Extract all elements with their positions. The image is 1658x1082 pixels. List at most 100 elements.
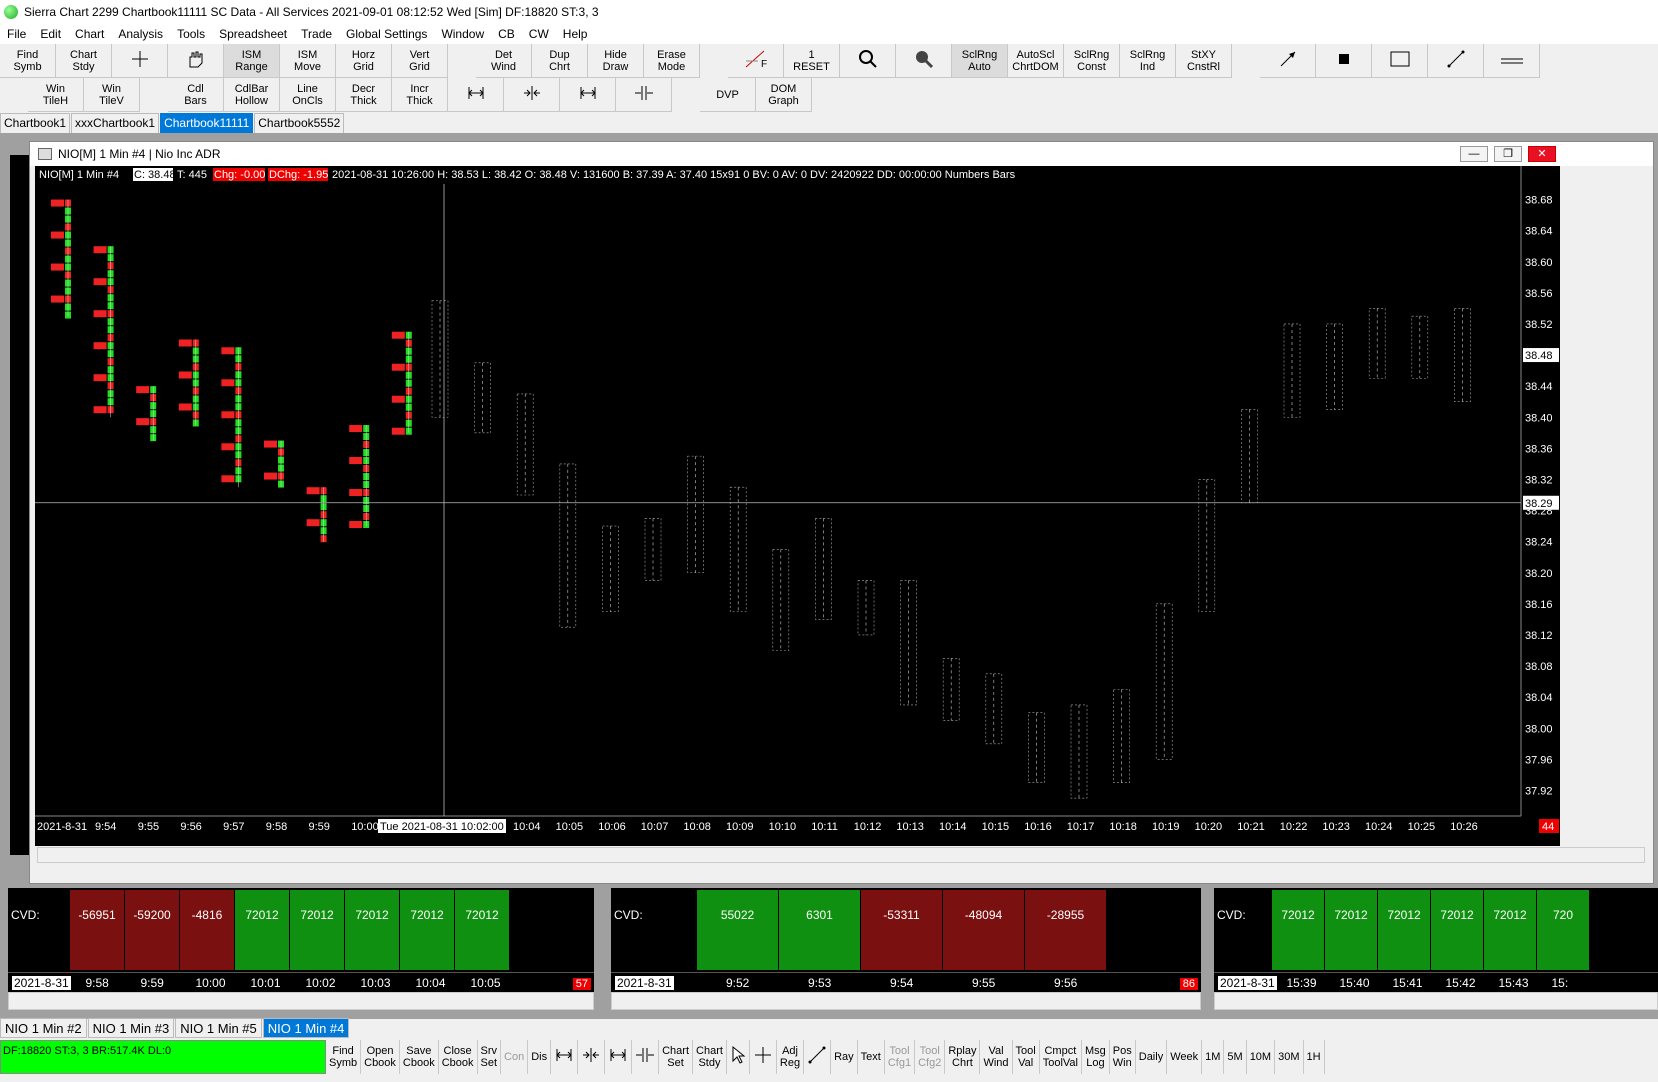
price-chart[interactable]: NIO[M] 1 Min #4 C: 38.48 T: 445 Chg: -0.00 D… [35,166,1560,846]
stxy-cnstrl-button[interactable]: StXY CnstRl [1176,44,1232,78]
sp4-tool-button[interactable] [616,78,672,112]
sp1-tool-button[interactable] [448,78,504,112]
chartbook-tab-chartbook11111[interactable]: Chartbook11111 [160,113,254,133]
cvd-scrollbar[interactable] [1214,992,1658,1010]
week-button[interactable]: Week [1167,1040,1203,1074]
cvd-pane-2[interactable]: CVD: 55022 6301 -53311 -48094 -28955 2021-8-31… [611,888,1201,1010]
main-chart-window[interactable]: NIO[M] 1 Min #4 | Nio Inc ADR — ❐ ✕ NIO[… [29,141,1654,884]
menu-cb[interactable]: CB [491,27,522,41]
incr-thick-button[interactable]: Incr Thick [392,78,448,112]
srv-set-button[interactable]: Srv Set [478,1040,502,1074]
fib-tool-button[interactable]: F [728,44,784,78]
cvd-pane-3[interactable]: CVD: 72012 72012 72012 72012 72012 720 2021-8-3… [1214,888,1658,1010]
menu-window[interactable]: Window [434,27,491,41]
horz-grid-button[interactable]: Horz Grid [336,44,392,78]
cdlbar-hollow-button[interactable]: CdlBar Hollow [224,78,280,112]
1-reset-button[interactable]: 1 RESET [784,44,840,78]
cmpct-toolval-button[interactable]: Cmpct ToolVal [1040,1040,1082,1074]
10m-button[interactable]: 10M [1247,1040,1276,1074]
menu-edit[interactable]: Edit [33,27,68,41]
open-cbook-button[interactable]: Open Cbook [361,1040,400,1074]
cvd-scrollbar[interactable] [611,992,1201,1010]
menu-tools[interactable]: Tools [170,27,212,41]
ism-move-button[interactable]: ISM Move [280,44,336,78]
dis-button[interactable]: Dis [528,1040,552,1074]
chartbook-tab-chartbook1[interactable]: Chartbook1 [0,113,71,133]
rect-tool-button[interactable] [1372,44,1428,78]
close-cbook-button[interactable]: Close Cbook [439,1040,478,1074]
adj-reg-button[interactable]: Adj Reg [777,1040,805,1074]
restore-button[interactable]: ❐ [1494,146,1522,162]
horizontal-scrollbar[interactable] [37,847,1645,863]
sp1-tool-button[interactable] [551,1040,579,1074]
chart-stdy-button[interactable]: Chart Stdy [56,44,112,78]
sclrng-const-button[interactable]: SclRng Const [1064,44,1120,78]
crosshair-tool-button[interactable] [112,44,168,78]
hide-draw-button[interactable]: Hide Draw [588,44,644,78]
chart-tab-2[interactable]: NIO 1 Min #3 [87,1018,175,1038]
sp3-tool-button[interactable] [560,78,616,112]
menu-analysis[interactable]: Analysis [111,27,170,41]
dom-graph-button[interactable]: DOM Graph [756,78,812,112]
close-button[interactable]: ✕ [1528,146,1556,162]
hline-tool-button[interactable] [1484,44,1540,78]
win-tilev-button[interactable]: Win TileV [84,78,140,112]
pointer-tool-button[interactable] [727,1040,750,1074]
dvp-button[interactable]: DVP [700,78,756,112]
chart-tab-3[interactable]: NIO 1 Min #5 [175,1018,262,1038]
zoomfill-tool-button[interactable] [896,44,952,78]
rplay-chrt-button[interactable]: Rplay Chrt [945,1040,981,1074]
con-button[interactable]: Con [501,1040,529,1074]
cvd-scrollbar[interactable] [8,992,594,1010]
chart-window-titlebar[interactable]: NIO[M] 1 Min #4 | Nio Inc ADR — ❐ ✕ [30,142,1653,166]
chart-stdy-button[interactable]: Chart Stdy [693,1040,727,1074]
5m-button[interactable]: 5M [1224,1040,1247,1074]
chart-tab-1[interactable]: NIO 1 Min #2 [0,1018,87,1038]
val-wind-button[interactable]: Val Wind [980,1040,1013,1074]
menu-spreadsheet[interactable]: Spreadsheet [212,27,294,41]
menu-global-settings[interactable]: Global Settings [339,27,434,41]
square-tool-button[interactable] [1316,44,1372,78]
sclrng-auto-button[interactable]: SclRng Auto [952,44,1008,78]
vert-grid-button[interactable]: Vert Grid [392,44,448,78]
zoom-tool-button[interactable] [840,44,896,78]
sp2-tool-button[interactable] [578,1040,606,1074]
cvd-pane-1[interactable]: CVD: -56951 -59200 -4816 72012 72012 72012 7201… [8,888,594,1010]
find-symb-button[interactable]: Find Symb [0,44,56,78]
1h-button[interactable]: 1H [1304,1040,1325,1074]
line-oncls-button[interactable]: Line OnCls [280,78,336,112]
erase-mode-button[interactable]: Erase Mode [644,44,700,78]
chart-area[interactable]: NIO[M] 1 Min #4 C: 38.48 T: 445 Chg: -0.00 D… [35,166,1560,849]
dup-chrt-button[interactable]: Dup Chrt [532,44,588,78]
win-tileh-button[interactable]: Win TileH [28,78,84,112]
cdl-bars-button[interactable]: Cdl Bars [168,78,224,112]
menu-help[interactable]: Help [556,27,595,41]
decr-thick-button[interactable]: Decr Thick [336,78,392,112]
find-symb-button[interactable]: Find Symb [326,1040,362,1074]
sp3-tool-button[interactable] [605,1040,633,1074]
chart-tab-4[interactable]: NIO 1 Min #4 [262,1018,350,1038]
chart-set-button[interactable]: Chart Set [659,1040,694,1074]
sp4-tool-button[interactable] [632,1040,660,1074]
menu-file[interactable]: File [0,27,33,41]
save-cbook-button[interactable]: Save Cbook [400,1040,439,1074]
menu-chart[interactable]: Chart [68,27,111,41]
1m-button[interactable]: 1M [1202,1040,1225,1074]
sclrng-ind-button[interactable]: SclRng Ind [1120,44,1176,78]
menu-cw[interactable]: CW [522,27,556,41]
autoscl-chrtdom-button[interactable]: AutoScl ChrtDOM [1008,44,1064,78]
chartbook-tab-chartbook5552[interactable]: Chartbook5552 [254,113,345,133]
chartbook-tab-xxxchartbook1[interactable]: xxxChartbook1 [71,113,160,133]
tool-cfg1-button[interactable]: Tool Cfg1 [885,1040,916,1074]
arrow-tool-button[interactable] [1260,44,1316,78]
tool-cfg2-button[interactable]: Tool Cfg2 [915,1040,946,1074]
ray-button[interactable]: Ray [831,1040,858,1074]
msg-log-button[interactable]: Msg Log [1082,1040,1110,1074]
line-tool-button[interactable] [804,1040,832,1074]
crosshair-tool-button[interactable] [750,1040,777,1074]
minimize-button[interactable]: — [1460,146,1488,162]
pos-win-button[interactable]: Pos Win [1110,1040,1136,1074]
daily-button[interactable]: Daily [1136,1040,1168,1074]
ism-range-button[interactable]: ISM Range [224,44,280,78]
text-button[interactable]: Text [858,1040,885,1074]
